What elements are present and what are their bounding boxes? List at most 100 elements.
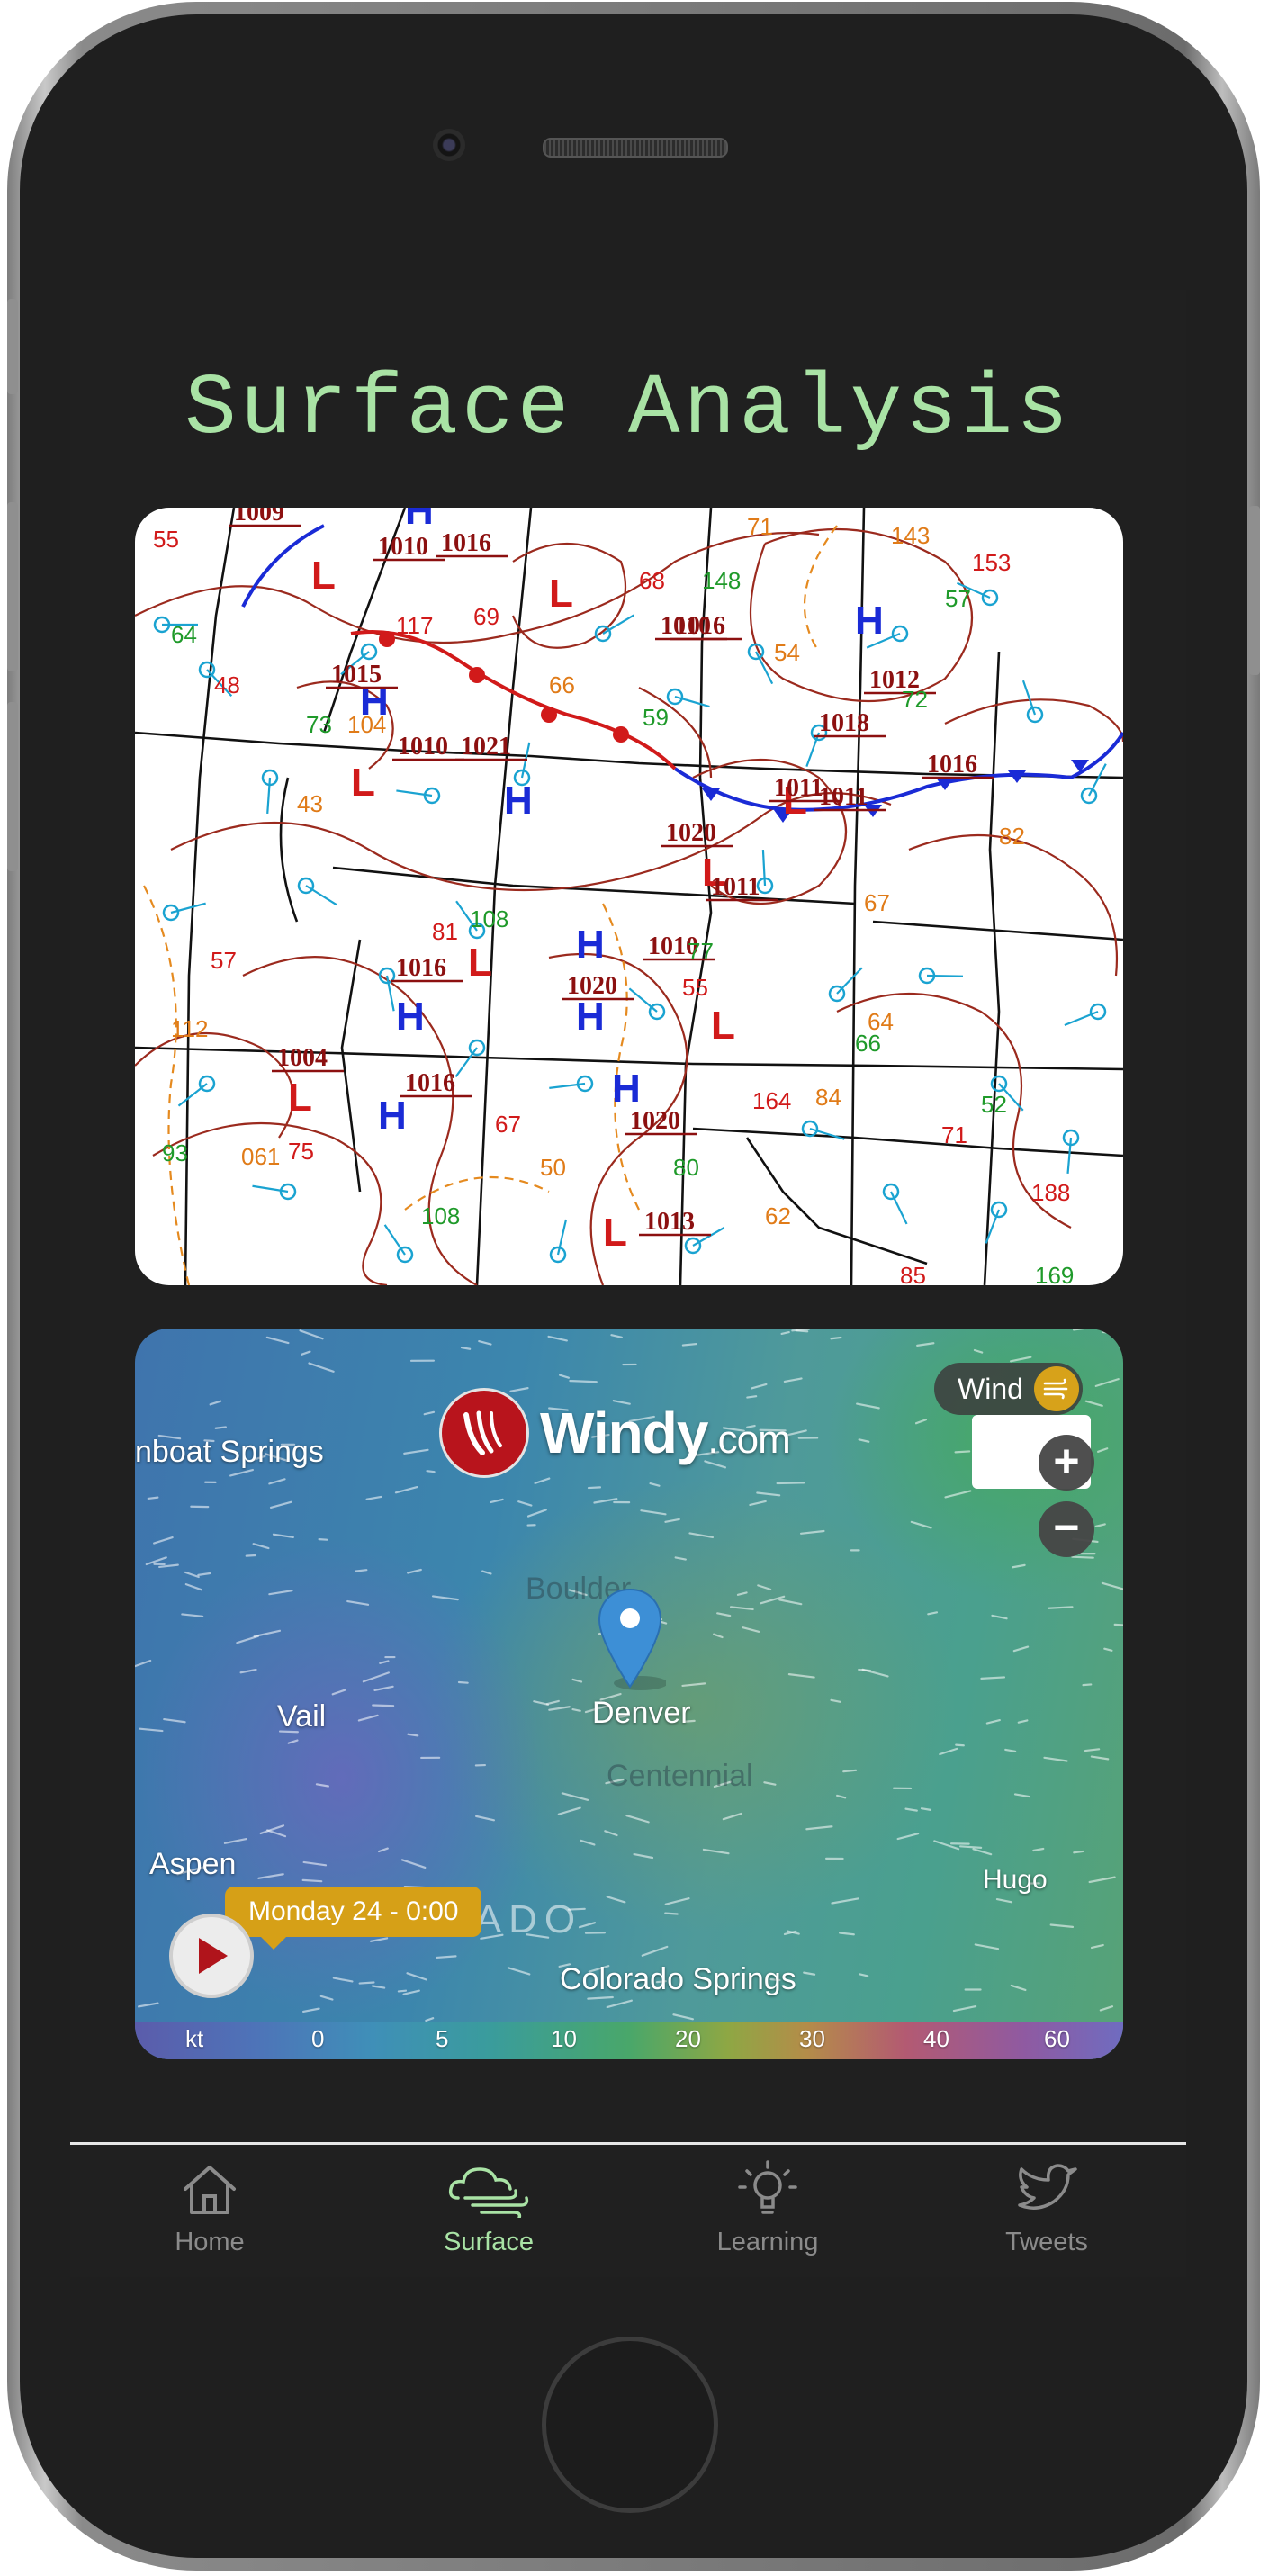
wind-streak: [369, 1937, 389, 1942]
wind-layer-icon: [1033, 1366, 1079, 1411]
app-screen: Surface Analysis L L H L H H L L L H H H H L H L L H 1009 1…: [70, 290, 1186, 2277]
city-label-vail: Vail: [277, 1699, 327, 1734]
wind-streak: [139, 1727, 164, 1733]
wind-streak: [431, 1595, 459, 1601]
wind-streak: [407, 1568, 422, 1574]
wind-barb: [1064, 1010, 1099, 1027]
wind-streak: [302, 1860, 328, 1867]
scale-unit: kt: [185, 2025, 204, 2052]
scale-tick: 60: [1044, 2025, 1070, 2052]
layer-selector-wind[interactable]: Wind: [934, 1363, 1083, 1415]
station-value: 68: [639, 567, 665, 594]
wind-streak: [1094, 1523, 1106, 1527]
wind-streak: [1049, 1923, 1075, 1928]
wind-streak: [1009, 1356, 1032, 1363]
station-value: 148: [702, 567, 741, 594]
tab-learning[interactable]: Learning: [628, 2145, 907, 2277]
windy-logo[interactable]: Windy.com: [439, 1388, 791, 1478]
wind-streak: [197, 1572, 212, 1576]
wind-streak: [722, 1812, 742, 1821]
wind-streak: [572, 1708, 581, 1712]
station-value: 55: [682, 974, 708, 1001]
station-value: 67: [864, 889, 890, 916]
warm-front-pip: [541, 707, 557, 723]
windy-map[interactable]: Boulder Centennial nboat Springs Vail As…: [135, 1329, 1123, 2059]
twitter-bird-icon: [907, 2157, 1186, 2222]
station-value: 82: [999, 823, 1025, 850]
wind-streak: [558, 1374, 570, 1379]
trough-line: [803, 525, 838, 653]
wind-streak: [664, 1518, 680, 1523]
wind-streak: [842, 1769, 858, 1773]
station-value: 108: [470, 905, 508, 932]
wind-streak: [548, 1706, 571, 1711]
station-value: 67: [495, 1111, 521, 1138]
wind-barb: [1088, 763, 1107, 797]
wind-streak: [257, 1873, 284, 1879]
wind-streak: [1101, 1330, 1113, 1335]
scale-tick: 0: [311, 2025, 325, 2052]
wind-streak: [557, 1806, 581, 1815]
windy-word: Windy: [540, 1401, 708, 1465]
home-button[interactable]: [542, 2337, 718, 2513]
tab-tweets[interactable]: Tweets: [907, 2145, 1186, 2277]
wind-streak: [354, 1569, 368, 1572]
cold-front-pip: [702, 788, 720, 801]
surface-analysis-map[interactable]: L L H L H H L L L H H H H L H L L H 1009 1016 1010 1015 1010 10…: [135, 508, 1123, 1285]
zoom-out-button[interactable]: −: [1039, 1501, 1094, 1557]
wind-streak: [302, 1878, 323, 1883]
location-pin-icon[interactable]: [594, 1586, 668, 1698]
home-icon: [70, 2157, 349, 2222]
city-label-steamboat-springs: nboat Springs: [135, 1435, 324, 1469]
wind-streak: [460, 1347, 472, 1350]
wind-streak: [163, 1717, 186, 1724]
wind-streak: [268, 1478, 286, 1485]
wind-barb: [177, 1083, 208, 1107]
tab-surface[interactable]: Surface: [349, 2145, 628, 2277]
wind-streak: [1071, 1555, 1094, 1559]
pressure-label: 1010: [378, 533, 428, 561]
scale-tick: 5: [436, 2025, 449, 2052]
wind-streak: [1084, 1748, 1101, 1752]
wind-streak: [729, 1606, 754, 1611]
station-value: 81: [432, 918, 458, 945]
wind-streak: [138, 2002, 159, 2008]
station-value: 188: [1031, 1179, 1070, 1206]
wind-streak: [365, 1495, 382, 1500]
wind-streak: [475, 1815, 496, 1822]
wind-streak: [688, 1532, 715, 1539]
page-title: Surface Analysis: [184, 360, 1072, 458]
wind-streak: [357, 1714, 379, 1722]
wind-streak: [301, 1350, 311, 1356]
play-button[interactable]: [169, 1914, 254, 1998]
station-value: 77: [688, 938, 714, 965]
wind-streak: [672, 2013, 694, 2021]
wind-streak: [371, 1985, 386, 1989]
wind-streak: [1012, 1563, 1026, 1569]
wind-streak: [1090, 1755, 1110, 1761]
pressure-label: 1010: [398, 733, 448, 761]
wind-streak: [153, 1536, 174, 1545]
state-border: [332, 866, 856, 905]
station-value: 64: [868, 1008, 894, 1035]
wind-streak: [952, 2004, 977, 2013]
wind-streak: [223, 1837, 248, 1844]
tab-bar: Home Surface Learning Tweets: [70, 2145, 1186, 2277]
state-border: [872, 920, 1123, 941]
station-value: 93: [162, 1139, 188, 1166]
station-value: 71: [747, 513, 773, 540]
wind-streak: [400, 1859, 427, 1869]
zoom-in-button[interactable]: +: [1039, 1435, 1094, 1491]
state-border: [279, 777, 299, 923]
tab-label: Learning: [716, 2228, 819, 2256]
wind-streak: [214, 1426, 227, 1429]
wind-streak: [545, 1699, 560, 1706]
wind-streak: [763, 1781, 777, 1786]
station-value: 59: [643, 704, 669, 731]
wind-streak: [927, 1611, 939, 1616]
station-value: 64: [171, 621, 197, 648]
wind-streak: [958, 1845, 983, 1849]
wind-streak: [604, 1830, 618, 1837]
tab-home[interactable]: Home: [70, 2145, 349, 2277]
station-value: 72: [902, 686, 928, 713]
